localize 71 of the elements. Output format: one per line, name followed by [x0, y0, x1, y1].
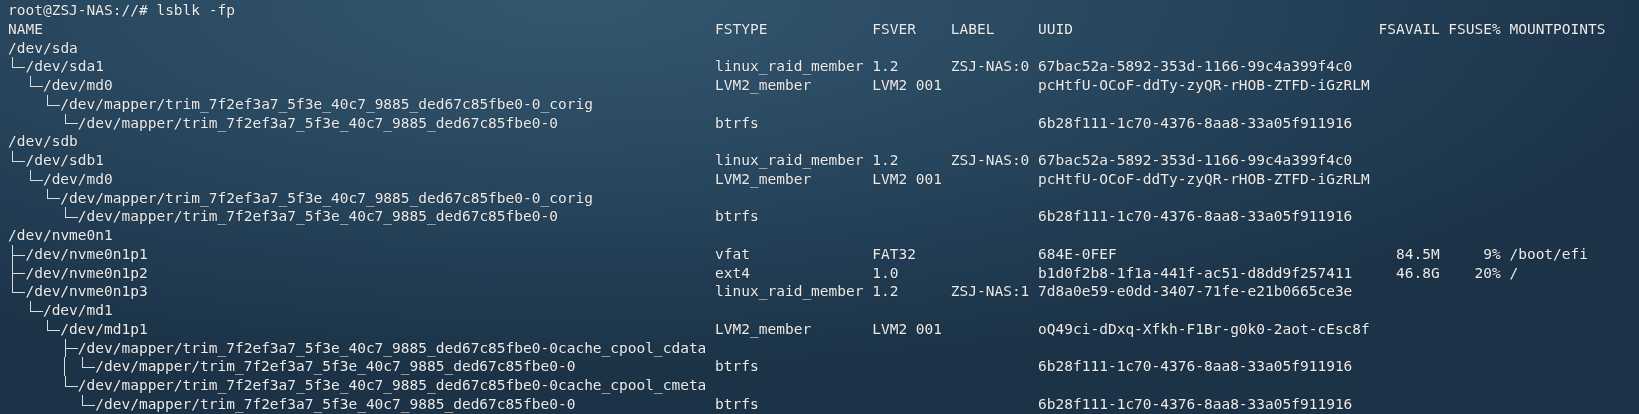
filesystem-version: LVM2 001: [872, 76, 943, 95]
device-name: /dev/nvme0n1p1: [25, 244, 148, 264]
available-space: 84.5M: [1396, 244, 1440, 264]
column-header: MOUNTPOINTS: [1509, 19, 1606, 39]
filesystem-version: 1.2: [872, 57, 899, 76]
filesystem-type: LVM2_member: [715, 319, 812, 339]
column-header: LABEL: [950, 19, 995, 39]
filesystem-type: linux_raid_member: [715, 151, 864, 170]
device-uuid: 6b28f111-1c70-4376-8aa8-33a05f911916: [1038, 207, 1353, 226]
usage-percent: 20%: [1474, 263, 1501, 283]
filesystem-type: btrfs: [715, 113, 759, 133]
filesystem-type: btrfs: [715, 357, 759, 376]
device-name: /dev/mapper/trim_7f2ef3a7_5f3e_40c7_9885_ded67c85fbe0-0cache_cpool_cmeta: [77, 376, 707, 395]
column-header: FSAVAIL: [1378, 19, 1440, 39]
device-name: /dev/md0: [42, 169, 113, 189]
device-uuid: 67bac52a-5892-353d-1166-99c4a399f4c0: [1038, 151, 1353, 170]
device-uuid: 67bac52a-5892-353d-1166-99c4a399f4c0: [1038, 57, 1353, 76]
device-name: /dev/sda1: [25, 57, 105, 76]
device-uuid: 6b28f111-1c70-4376-8aa8-33a05f911916: [1038, 394, 1353, 414]
command-text: lsblk -fp: [156, 1, 235, 20]
filesystem-type: btrfs: [715, 207, 759, 226]
filesystem-type: btrfs: [715, 394, 759, 414]
filesystem-type: vfat: [715, 244, 750, 264]
device-name: /dev/nvme0n1p3: [25, 282, 148, 301]
column-header: UUID: [1038, 19, 1073, 39]
device-label: ZSJ-NAS:0: [950, 151, 1030, 170]
device-name: /dev/mapper/trim_7f2ef3a7_5f3e_40c7_9885_ded67c85fbe0-0: [95, 357, 576, 376]
column-header: NAME: [8, 19, 43, 39]
device-name: /dev/mapper/trim_7f2ef3a7_5f3e_40c7_9885_ded67c85fbe0-0_corig: [60, 188, 593, 208]
device-name: /dev/mapper/trim_7f2ef3a7_5f3e_40c7_9885_ded67c85fbe0-0: [95, 394, 576, 414]
device-label: ZSJ-NAS:0: [950, 57, 1030, 76]
device-name: /dev/mapper/trim_7f2ef3a7_5f3e_40c7_9885_ded67c85fbe0-0_corig: [60, 94, 593, 114]
device-name: /dev/nvme0n1p2: [25, 263, 148, 283]
filesystem-type: ext4: [715, 263, 750, 283]
device-uuid: 6b28f111-1c70-4376-8aa8-33a05f911916: [1038, 113, 1353, 133]
filesystem-version: LVM2 001: [872, 319, 943, 339]
column-header: FSUSE%: [1448, 19, 1501, 39]
device-name: /dev/mapper/trim_7f2ef3a7_5f3e_40c7_9885_ded67c85fbe0-0: [77, 113, 558, 133]
device-uuid: b1d0f2b8-1f1a-441f-ac51-d8dd9f257411: [1038, 263, 1353, 283]
device-name: /dev/sdb: [8, 132, 78, 151]
device-uuid: pcHtfU-OCoF-ddTy-zyQR-rHOB-ZTFD-iGzRLM: [1038, 169, 1370, 189]
shell-prompt: root@ZSJ-NAS://#: [8, 1, 148, 20]
device-name: /dev/mapper/trim_7f2ef3a7_5f3e_40c7_9885_ded67c85fbe0-0cache_cpool_cdata: [77, 338, 707, 358]
filesystem-type: linux_raid_member: [715, 282, 864, 301]
column-header: FSTYPE: [715, 19, 768, 39]
column-header: FSVER: [872, 19, 916, 39]
mount-point: /: [1509, 263, 1519, 283]
filesystem-version: 1.2: [872, 282, 899, 301]
device-name: /dev/nvme0n1: [8, 226, 113, 245]
device-uuid: 6b28f111-1c70-4376-8aa8-33a05f911916: [1038, 357, 1353, 376]
device-name: /dev/sdb1: [25, 151, 105, 170]
device-uuid: 684E-0FEF: [1038, 244, 1117, 264]
filesystem-type: LVM2_member: [715, 76, 812, 95]
device-name: /dev/md1: [42, 301, 113, 320]
mount-point: /boot/efi: [1509, 244, 1589, 264]
filesystem-version: LVM2 001: [872, 169, 943, 189]
device-uuid: 7d8a0e59-e0dd-3407-71fe-e21b0665ce3e: [1038, 282, 1353, 301]
available-space: 46.8G: [1396, 263, 1440, 283]
device-uuid: oQ49ci-dDxq-Xfkh-F1Br-g0k0-2aot-cEsc8f: [1038, 319, 1370, 339]
filesystem-version: FAT32: [872, 244, 916, 264]
filesystem-type: LVM2_member: [715, 169, 812, 189]
device-name: /dev/md1p1: [60, 319, 148, 339]
usage-percent: 9%: [1483, 244, 1501, 264]
filesystem-version: 1.0: [872, 263, 899, 283]
device-name: /dev/md0: [42, 76, 113, 95]
device-name: /dev/sda: [8, 38, 78, 58]
device-uuid: pcHtfU-OCoF-ddTy-zyQR-rHOB-ZTFD-iGzRLM: [1038, 76, 1370, 95]
filesystem-version: 1.2: [872, 151, 899, 170]
device-label: ZSJ-NAS:1: [950, 282, 1030, 301]
filesystem-type: linux_raid_member: [715, 57, 864, 76]
device-name: /dev/mapper/trim_7f2ef3a7_5f3e_40c7_9885_ded67c85fbe0-0: [77, 207, 558, 226]
